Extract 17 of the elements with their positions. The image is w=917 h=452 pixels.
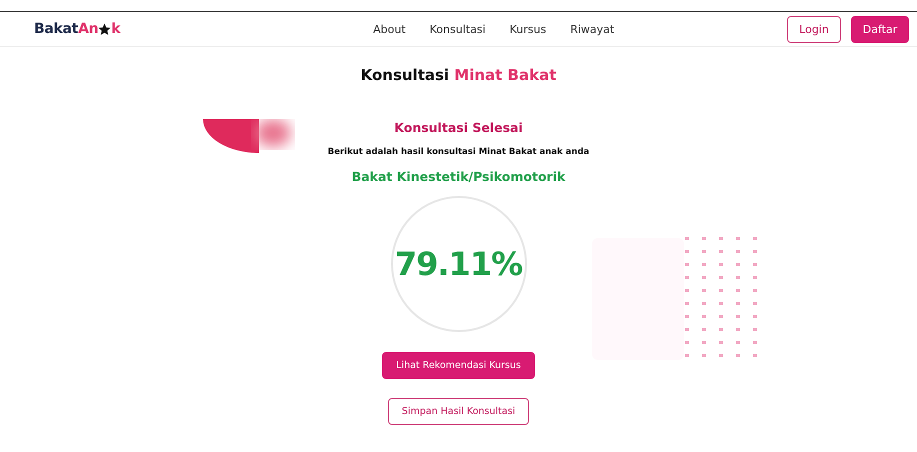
recommendation-button[interactable]: Lihat Rekomendasi Kursus (382, 352, 535, 379)
result-heading: Konsultasi Selesai (394, 120, 523, 135)
nav-link[interactable]: Riwayat (570, 22, 614, 36)
nav-link[interactable]: About (373, 22, 406, 36)
logo-text: k (111, 21, 120, 37)
page-title: Konsultasi Minat Bakat (360, 66, 556, 84)
nav-link[interactable]: Kursus (510, 22, 546, 36)
talent-result: Bakat Kinestetik/Psikomotorik (352, 169, 566, 184)
register-button[interactable]: Daftar (851, 16, 909, 42)
logo-text: Bakat (34, 21, 78, 37)
save-button[interactable]: Simpan Hasil Konsultasi (388, 398, 530, 425)
login-button[interactable]: Login (787, 16, 841, 42)
score-value: 79.11% (394, 245, 522, 283)
logo-text: An (78, 21, 98, 37)
result-description: Berikut adalah hasil konsultasi Minat Bakat anak anda (328, 147, 590, 157)
nav-link[interactable]: Konsultasi (430, 22, 486, 36)
star-icon (98, 22, 112, 36)
